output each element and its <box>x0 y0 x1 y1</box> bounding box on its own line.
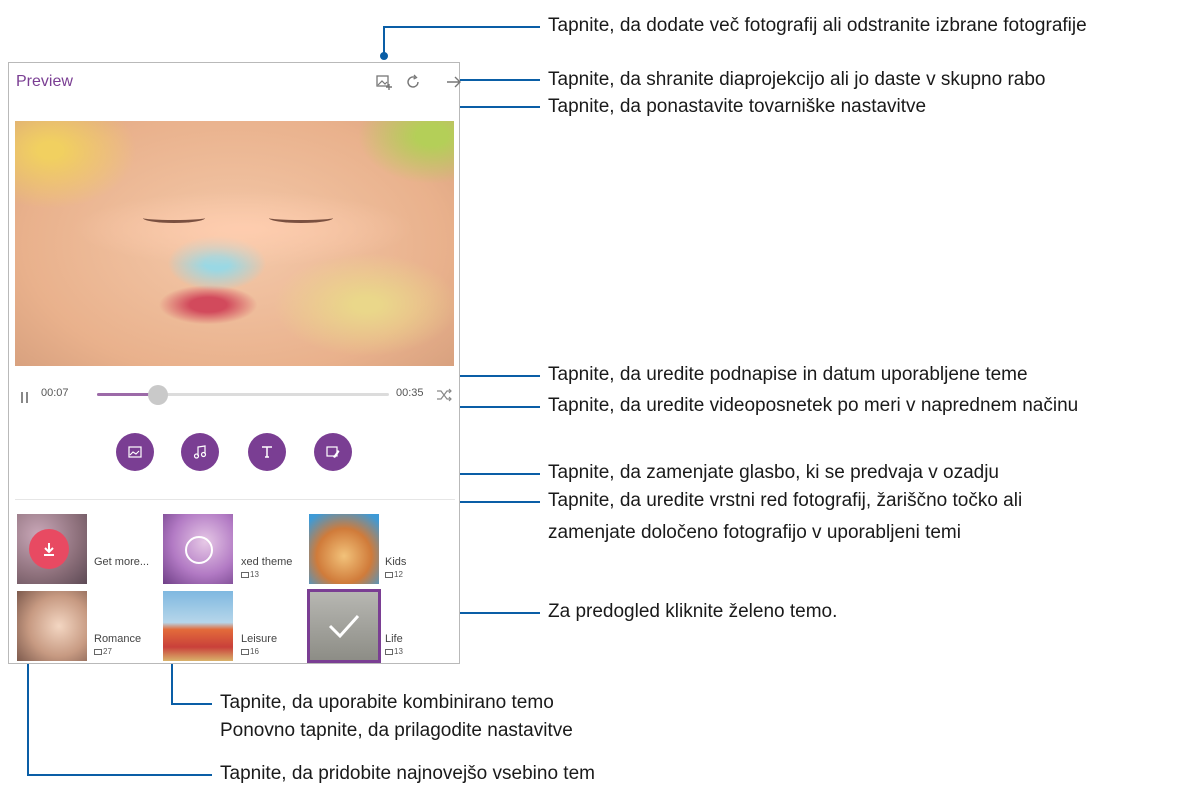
callout-add-photo: Tapnite, da dodate več fotografij ali od… <box>548 15 1087 36</box>
reset-icon[interactable] <box>404 73 422 91</box>
checkmark-icon <box>328 614 360 639</box>
edit-photos-button[interactable] <box>116 433 154 471</box>
callout-line-add-photo <box>383 26 540 56</box>
film-reel-icon <box>185 536 213 564</box>
callout-edit-text: Tapnite, da uredite podnapise in datum u… <box>548 364 1028 385</box>
photo-icon <box>128 446 142 458</box>
callout-mixed-theme-line1: Tapnite, da uporabite kombinirano temo <box>220 692 554 713</box>
theme-thumb-leisure[interactable] <box>163 591 233 661</box>
callout-reset: Tapnite, da ponastavite tovarniške nasta… <box>548 96 927 117</box>
theme-label: Get more... <box>94 556 150 568</box>
callout-get-more: Tapnite, da pridobite najnovejšo vsebino… <box>220 763 595 784</box>
callout-dot-add-photo <box>380 52 388 60</box>
slideshow-preview-screen: Preview 00:07 00:35 Get more... xed them… <box>8 62 463 664</box>
playback-bar: 00:07 00:35 <box>19 385 455 405</box>
callout-advanced-edit: Tapnite, da uredite videoposnetek po mer… <box>548 395 1079 416</box>
theme-label: Life <box>385 633 403 645</box>
page-title: Preview <box>16 73 73 90</box>
callout-save-share: Tapnite, da shranite diaprojekcijo ali j… <box>548 69 1046 90</box>
edit-text-button[interactable] <box>248 433 286 471</box>
theme-label: Leisure <box>241 633 278 645</box>
photo-count-icon <box>385 571 393 578</box>
preview-image-detail <box>143 213 205 223</box>
theme-thumb-get-more[interactable] <box>17 514 87 584</box>
preview-image-detail <box>269 213 333 223</box>
theme-count: 27 <box>94 647 112 656</box>
photo-count-icon <box>241 648 249 655</box>
total-time: 00:35 <box>396 387 424 399</box>
callout-music: Tapnite, da zamenjate glasbo, ki se pred… <box>548 462 999 483</box>
section-divider <box>15 499 455 500</box>
music-icon <box>193 445 207 459</box>
theme-label: Kids <box>385 556 407 568</box>
callout-mixed-theme-line2: Ponovno tapnite, da prilagodite nastavit… <box>220 720 573 741</box>
pause-icon[interactable] <box>21 388 29 403</box>
theme-count: 13 <box>241 570 259 579</box>
video-edit-icon <box>326 446 340 458</box>
photo-count-icon <box>385 648 393 655</box>
theme-count: 12 <box>385 570 403 579</box>
video-preview[interactable] <box>15 121 454 366</box>
theme-count: 13 <box>385 647 403 656</box>
theme-label: Romance <box>94 633 142 645</box>
shuffle-icon[interactable] <box>436 387 452 402</box>
edit-music-button[interactable] <box>181 433 219 471</box>
callout-photo-order-line1: Tapnite, da uredite vrstni red fotografi… <box>548 490 1023 511</box>
photo-count-icon <box>241 571 249 578</box>
text-icon <box>262 446 272 458</box>
photo-count-icon <box>94 648 102 655</box>
theme-thumb-kids[interactable] <box>309 514 379 584</box>
progress-knob[interactable] <box>148 385 169 405</box>
callout-preview-theme: Za predogled kliknite želeno temo. <box>548 601 838 622</box>
theme-count: 16 <box>241 647 259 656</box>
download-icon <box>29 529 69 569</box>
theme-thumb-life-selected[interactable] <box>307 589 381 663</box>
theme-thumb-romance[interactable] <box>17 591 87 661</box>
progress-slider[interactable] <box>97 385 389 405</box>
add-photo-icon[interactable] <box>375 73 393 91</box>
advanced-edit-button[interactable] <box>314 433 352 471</box>
theme-label: xed theme <box>241 556 293 568</box>
elapsed-time: 00:07 <box>41 387 69 399</box>
theme-thumb-mixed[interactable] <box>163 514 233 584</box>
callout-photo-order-line2: zamenjate določeno fotografijo v uporabl… <box>548 522 961 543</box>
next-icon[interactable] <box>445 73 463 91</box>
